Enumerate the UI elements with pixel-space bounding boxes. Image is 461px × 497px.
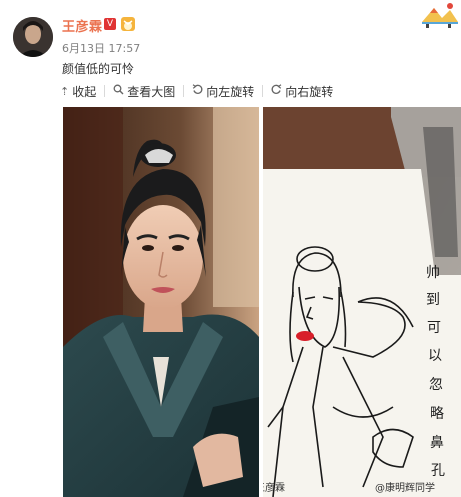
zoom-icon: [113, 84, 124, 98]
collapse-button[interactable]: ⇡ 收起: [60, 83, 96, 100]
rotate-right-button[interactable]: 向右旋转: [271, 83, 333, 100]
rotate-left-button[interactable]: 向左旋转: [192, 83, 254, 100]
sketch-photo: 帅 到 可 以 忽 略 鼻 孔 @王彦霖 @康明辉同学: [263, 107, 461, 497]
rotate-right-icon: [271, 84, 282, 98]
caption-char: 以: [428, 348, 442, 364]
caption-char: 到: [426, 292, 440, 308]
caption-char: 忽: [429, 377, 443, 393]
post-image-drawing[interactable]: 帅 到 可 以 忽 略 鼻 孔 @王彦霖 @康明辉同学: [263, 107, 461, 497]
view-large-button[interactable]: 查看大图: [113, 83, 175, 100]
view-large-label: 查看大图: [127, 84, 176, 99]
post-text: 颜值低的可怜: [62, 62, 135, 76]
caption-char: 略: [430, 406, 444, 422]
post-image-photo[interactable]: @王彦霖: [63, 107, 259, 497]
right-watermark-text: @康明辉同学: [375, 481, 435, 494]
image-toolbar: ⇡ 收起 查看大图 向左旋转 向右旋转: [60, 82, 333, 100]
verified-badge-icon: V: [104, 18, 116, 30]
rotate-left-icon: [192, 84, 203, 98]
caption-char: 孔: [431, 463, 445, 479]
actor-photo: [63, 107, 259, 497]
caption-char: 帅: [426, 265, 440, 281]
toolbar-divider: [183, 85, 185, 97]
collapse-label: 收起: [72, 84, 97, 99]
username[interactable]: 王彦霖: [62, 16, 103, 35]
post-timestamp[interactable]: 6月13日 17:57: [62, 40, 140, 56]
medal-icon: [121, 17, 135, 31]
caption-char: 鼻: [430, 434, 444, 451]
toolbar-divider: [104, 85, 106, 97]
weibo-logo-icon: [420, 0, 460, 30]
toolbar-divider: [262, 85, 264, 97]
post-header: 王彦霖 V 6月13日 17:57 颜值低的可怜 ⇡ 收起 查看大图 向左旋转: [0, 0, 461, 106]
rotate-left-label: 向左旋转: [206, 84, 255, 99]
rotate-right-label: 向右旋转: [285, 84, 334, 99]
caption-char: 可: [427, 320, 441, 336]
left-watermark-text: @王彦霖: [263, 481, 285, 494]
avatar[interactable]: [13, 17, 53, 57]
arrow-up-icon: ⇡: [60, 84, 70, 98]
